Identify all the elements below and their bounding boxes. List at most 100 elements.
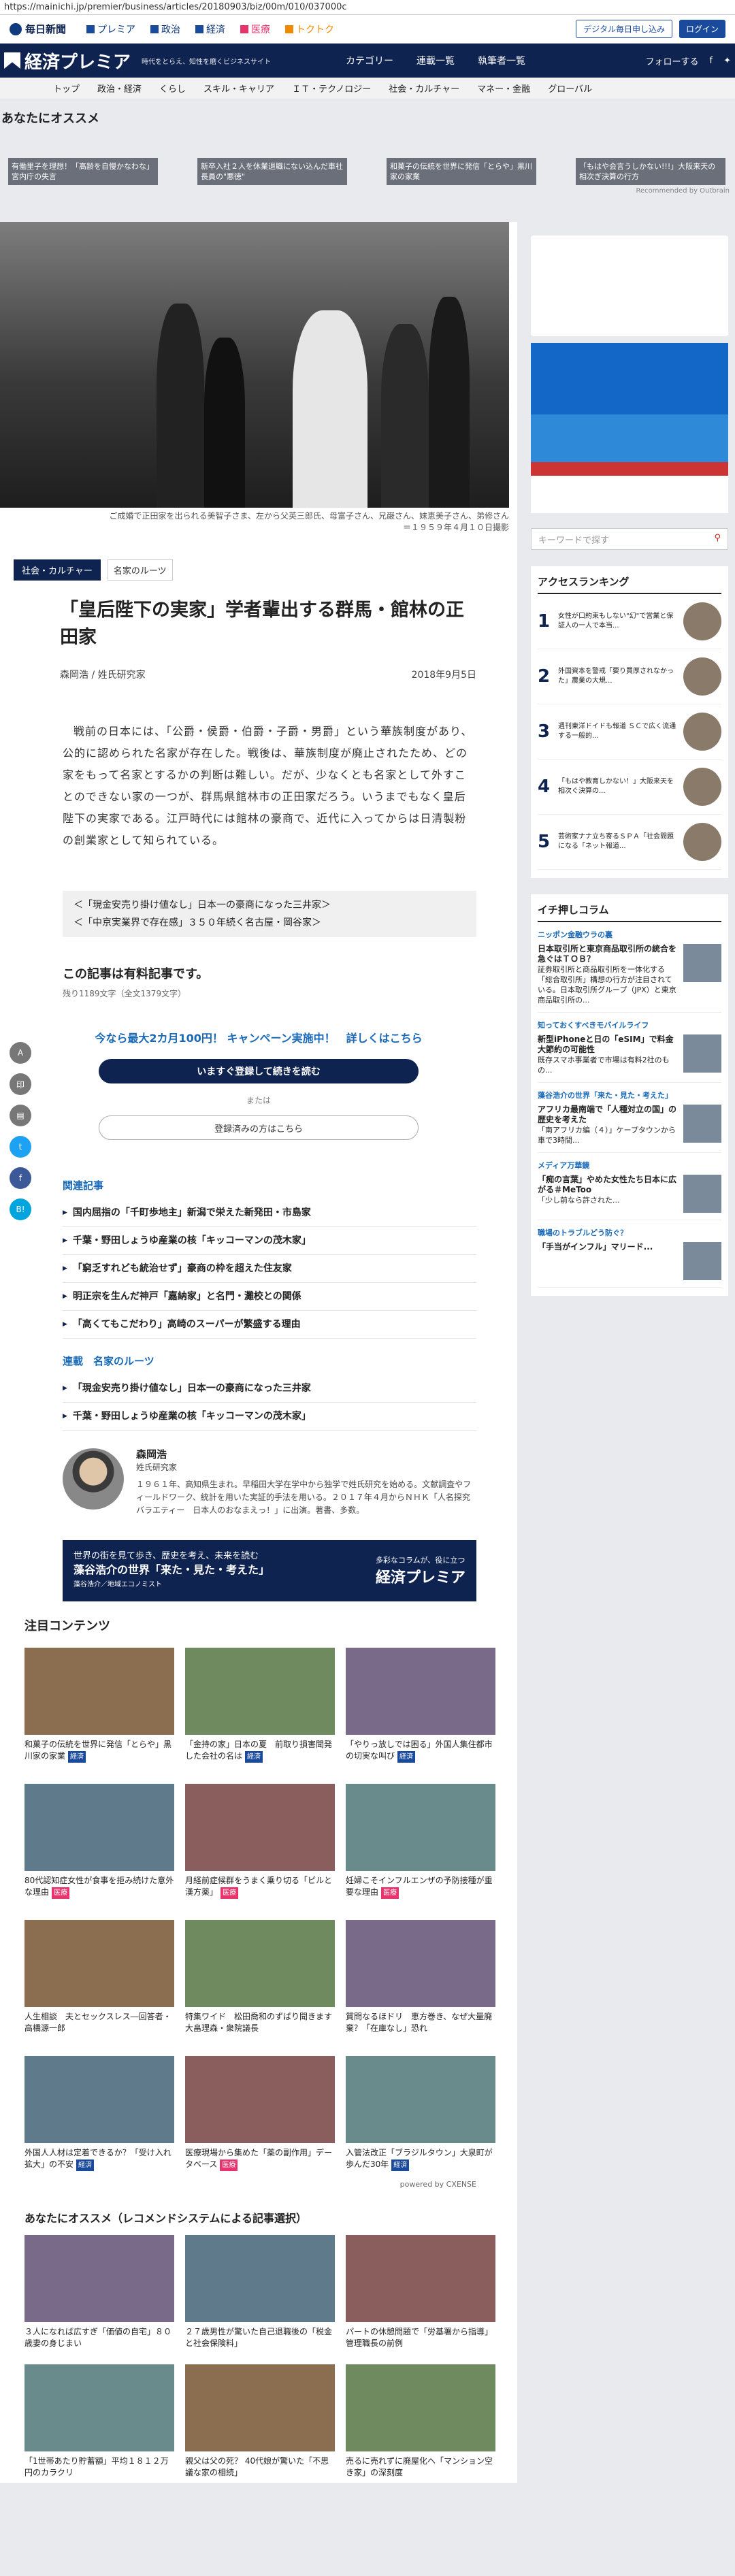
pick-item[interactable]: メディア万華鏡 「痴の言葉」やめた女性たち日本に広がる＃MeToo 「少し前なら許さ… [538, 1153, 721, 1220]
top-link-medical[interactable]: 医療 [240, 22, 270, 36]
nav-category[interactable]: カテゴリー [346, 54, 393, 67]
catnav-top[interactable]: トップ [53, 82, 80, 95]
browser-url-bar[interactable]: https://mainichi.jp/premier/business/art… [0, 0, 735, 15]
content-card[interactable]: 医療現場から集めた「薬の副作用」データベース 医療 [185, 2056, 335, 2183]
content-title: 月経前症候群をうまく乗り切る「ピルと漢方薬」 医療 [185, 1871, 335, 1910]
pick-desc: 「南アフリカ編（４）」ケープタウンから車で3時間... [538, 1126, 676, 1145]
content-card[interactable]: 月経前症候群をうまく乗り切る「ピルと漢方薬」 医療 [185, 1784, 335, 1910]
ranking-item[interactable]: 5 芸術家ナナ立ち寄るＳＰＡ「社会問題になる「ネット報道... [538, 815, 721, 870]
author-box: 森岡浩 姓氏研究家 １９６１年、高知県生まれ。早稲田大学在学中から独学で姓氏研究… [0, 1431, 517, 1517]
list-item[interactable]: 千葉・野田しょうゆ産業の核「キッコーマンの茂木家」 [63, 1227, 476, 1255]
twitter-share-icon[interactable]: t [10, 1136, 31, 1158]
outbrain-credit[interactable]: Recommended by Outbrain [0, 187, 735, 195]
catnav-society-culture[interactable]: 社会・カルチャー [389, 82, 459, 95]
catnav-politics-economy[interactable]: 政治・経済 [97, 82, 142, 95]
or-label: または [246, 1096, 271, 1105]
top-link-tokutoku[interactable]: トクトク [285, 22, 334, 36]
top-recommend-item[interactable]: 新卒入社２人を休業退職にない込んだ車社長員の"悪徳" [197, 158, 347, 185]
content-card[interactable]: 外国人人材は定着できるか？「受け入れ拡大」の不安 経済 [24, 2056, 174, 2183]
ranking-item[interactable]: 3 週刊東洋ドイドも報道 ＳＣで広く流通する一般的... [538, 704, 721, 760]
content-thumbnail [185, 2056, 335, 2143]
recommend-card[interactable]: ２７歳男性が驚いた自己退職後の「税金と社会保険料」 [185, 2235, 335, 2353]
list-item[interactable]: 「現金安売り掛け値なし」日本一の豪商になった三井家 [63, 1375, 476, 1403]
bookmark-icon[interactable]: ▤ [10, 1105, 31, 1126]
content-card[interactable]: 妊婦こそインフルエンザの予防接種が重要な理由 医療 [346, 1784, 495, 1910]
recommend-card[interactable]: 「1世帯あたり貯蓄額」平均１８１２万円のカラクリ [24, 2364, 174, 2483]
catnav-money-finance[interactable]: マネー・金融 [477, 82, 530, 95]
list-item[interactable]: 明正宗を生んだ神戸「嘉納家」と名門・灘校との関係 [63, 1283, 476, 1311]
recommend-title: 親父は父の死？ 40代娘が驚いた「不思議な家の相続」 [185, 2456, 329, 2477]
hatena-bookmark-icon[interactable]: B! [10, 1199, 31, 1220]
url-text: https://mainichi.jp/premier/business/art… [4, 2, 347, 12]
list-item[interactable]: 国内屈指の「千町歩地主」新潟で栄えた新発田・市島家 [63, 1199, 476, 1227]
keizai-premier-logo[interactable]: 経済プレミア [4, 48, 131, 74]
recommend-title: あなたにオススメ（レコメンドシステムによる記事選択） [24, 2212, 308, 2225]
content-card[interactable]: 「金持の家」日本の夏 前取り損害聞発した会社の名は 経済 [185, 1648, 335, 1774]
content-card[interactable]: 「やりっ放しでは困る」外国人集住都市の切実な叫び 経済 [346, 1648, 495, 1774]
font-size-icon[interactable]: A [10, 1042, 31, 1064]
facebook-icon[interactable]: f [710, 56, 713, 66]
list-item[interactable]: 「高くてもこだわり」高崎のスーパーが繁盛する理由 [63, 1311, 476, 1339]
pick-item[interactable]: 知っておくすべきモバイルライフ 新型iPhoneと日の「eSIM」で料金大節約の可… [538, 1013, 721, 1083]
series-list-title[interactable]: 連載 名家のルーツ [0, 1339, 517, 1368]
top-link-premier[interactable]: プレミア [86, 22, 135, 36]
nav-series-list[interactable]: 連載一覧 [416, 54, 455, 67]
catnav-skill-career[interactable]: スキル・キャリア [203, 82, 274, 95]
top-recommend-item[interactable]: 有働里子を理想！「高齢を自慢かなわな」宮内庁の失言 [8, 158, 158, 185]
catnav-life[interactable]: くらし [159, 82, 186, 95]
content-card[interactable]: 人生相談 夫とセックスレス―回答者・高橋源一郎 [24, 1920, 174, 2047]
list-item[interactable]: 「窮乏すれども統治せず」豪商の枠を超えた住友家 [63, 1255, 476, 1283]
recommend-card[interactable]: 売るに売れずに廃屋化へ「マンション空き家」の深刻度 [346, 2364, 495, 2483]
catnav-it-tech[interactable]: ＩＴ・テクノロジー [292, 82, 371, 95]
search-input[interactable]: キーワードで探す ⚲ [531, 528, 728, 550]
nav-writers-list[interactable]: 執筆者一覧 [478, 54, 525, 67]
recommend-card[interactable]: 親父は父の死？ 40代娘が驚いた「不思議な家の相続」 [185, 2364, 335, 2483]
catnav-global[interactable]: グローバル [548, 82, 592, 95]
content-card[interactable]: 和菓子の伝統を世界に発信「とらや」黒川家の家業 経済 [24, 1648, 174, 1774]
content-card[interactable]: 入管法改正「ブラジルタウン」大泉町が歩んだ30年 経済 [346, 2056, 495, 2183]
mainichi-logo[interactable]: 毎日新聞 [10, 22, 66, 36]
facebook-share-icon[interactable]: f [10, 1167, 31, 1189]
ranking-thumbnail [683, 657, 721, 696]
top-link-politics[interactable]: 政治 [150, 22, 180, 36]
avatar[interactable] [63, 1448, 124, 1510]
pick-item[interactable]: 藻谷浩介の世界「来た・見た・考えた」 アフリカ最南端で「人種対立の国」の歴史を考え… [538, 1083, 721, 1153]
list-item[interactable]: 千葉・野田しょうゆ産業の核「キッコーマンの茂木家」 [63, 1403, 476, 1431]
search-icon[interactable]: ⚲ [714, 533, 721, 545]
ranking-item[interactable]: 2 外国資本を警戒「要り買厚されなかった」農業の大規... [538, 649, 721, 704]
pick-item[interactable]: 職場のトラブルどう防ぐ？ 「手当がインフル」マリード... [538, 1220, 721, 1288]
content-card[interactable]: 特集ワイド 松田喬和のずばり聞きます 大畠理森・衆院議長 [185, 1920, 340, 2047]
pick-item[interactable]: ニッポン金融ウラの裏 日本取引所と東京商品取引所の統合を急ぐはＴＯＢ？ 証券取引所と… [538, 922, 721, 1013]
top-recommend-item[interactable]: 「もはや会言うしかない!!!」大阪来天の相次ぎ決算の行方 [576, 158, 725, 185]
content-card[interactable]: 80代認知症女性が食事を拒み続けた意外な理由 医療 [24, 1784, 174, 1910]
related-series-link[interactable]: ＜「現金安売り掛け値なし」日本一の豪商になった三井家＞ [74, 896, 466, 914]
series-tag[interactable]: 名家のルーツ [107, 559, 173, 581]
recommend-card[interactable]: パートの休憩問題で「労基署から指導」管理職長の前例 [346, 2235, 495, 2353]
author-name[interactable]: 森岡浩 [136, 1448, 476, 1461]
member-login-button[interactable]: 登録済みの方はこちら [99, 1115, 419, 1140]
digital-subscribe-button[interactable]: デジタル毎日申し込み [576, 20, 672, 38]
recommend-card[interactable]: ３人になれば広すぎ「価値の自宅」８０歳妻の身じまい [24, 2235, 174, 2353]
top-recommend-title: あなたにオススメ [0, 99, 735, 142]
top-recommend-item[interactable]: 和菓子の伝統を世界に発信「とらや」黒川家の家業 [387, 158, 536, 185]
digital-mainichi-ad[interactable] [531, 235, 728, 336]
author-link[interactable]: 森岡浩 [60, 670, 88, 681]
pick-row: 「痴の言葉」やめた女性たち日本に広がる＃MeToo 「少し前なら許された... [538, 1175, 721, 1213]
login-button[interactable]: ログイン [679, 20, 725, 38]
print-icon[interactable]: 印 [10, 1073, 31, 1095]
ranking-item[interactable]: 4 「もはや教育しかない！」大阪来天を相次ぐ決算の... [538, 760, 721, 815]
content-card[interactable]: 質問なるほドリ 恵方巻き、なぜ大量廃棄？「在庫なし」恐れ [346, 1920, 495, 2047]
content-title: 「やりっ放しでは困る」外国人集住都市の切実な叫び 経済 [346, 1735, 495, 1774]
campaign-link[interactable]: 今なら最大2カ月100円！ キャンペーン実施中！ 詳しくはこちら [0, 1029, 517, 1045]
twitter-icon[interactable]: ✦ [723, 56, 731, 66]
top-links: プレミア 政治 経済 医療 トクトク [86, 22, 334, 36]
signup-button[interactable]: いますぐ登録して続きを読む [99, 1059, 419, 1083]
ranking-item[interactable]: 1 女性が口約束もしない"幻"で営業と保証人の一人で本当... [538, 594, 721, 649]
related-series-link[interactable]: ＜「中京実業界で存在感」３５０年続く名古屋・岡谷家＞ [74, 914, 466, 932]
top-link-economy[interactable]: 経済 [195, 22, 225, 36]
category-tag[interactable]: 社会・カルチャー [14, 559, 101, 581]
column-banner[interactable]: 世界の街を見て歩き、歴史を考え、未来を読む 藻谷浩介の世界「来た・見た・考えた」… [63, 1540, 476, 1601]
ntt-facilities-ad[interactable] [531, 343, 728, 513]
content-thumbnail [185, 1648, 335, 1735]
pick-category: ニッポン金融ウラの裏 [538, 930, 612, 939]
